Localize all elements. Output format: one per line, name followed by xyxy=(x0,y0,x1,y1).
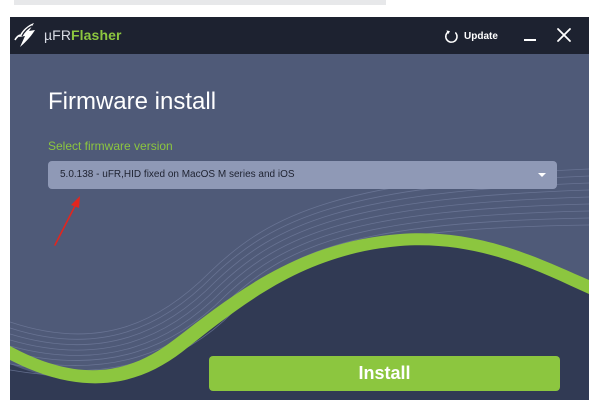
app-name-suffix: Flasher xyxy=(71,27,122,43)
flasher-window: µFRFlasher Update Firmware install Selec… xyxy=(10,17,589,400)
caret-down-icon xyxy=(538,173,546,177)
install-button[interactable]: Install xyxy=(209,356,560,391)
top-strip xyxy=(14,0,386,5)
firmware-version-value: 5.0.138 - uFR,HID fixed on MacOS M serie… xyxy=(60,169,295,180)
close-button[interactable] xyxy=(553,24,575,46)
title-bar: µFRFlasher Update xyxy=(10,17,589,54)
bolt-logo-icon xyxy=(14,23,35,47)
firmware-version-select[interactable]: 5.0.138 - uFR,HID fixed on MacOS M serie… xyxy=(48,161,557,189)
minimize-icon xyxy=(524,39,536,41)
close-icon xyxy=(557,28,571,42)
update-label: Update xyxy=(464,30,498,42)
app-name-prefix: µFR xyxy=(44,27,72,43)
update-button[interactable]: Update xyxy=(444,25,498,47)
annotation-arrow xyxy=(54,196,80,246)
app-name: µFRFlasher xyxy=(44,27,122,44)
page-title: Firmware install xyxy=(48,88,217,115)
firmware-select-label: Select firmware version xyxy=(48,139,173,153)
refresh-icon xyxy=(445,29,458,43)
minimize-button[interactable] xyxy=(520,24,542,46)
